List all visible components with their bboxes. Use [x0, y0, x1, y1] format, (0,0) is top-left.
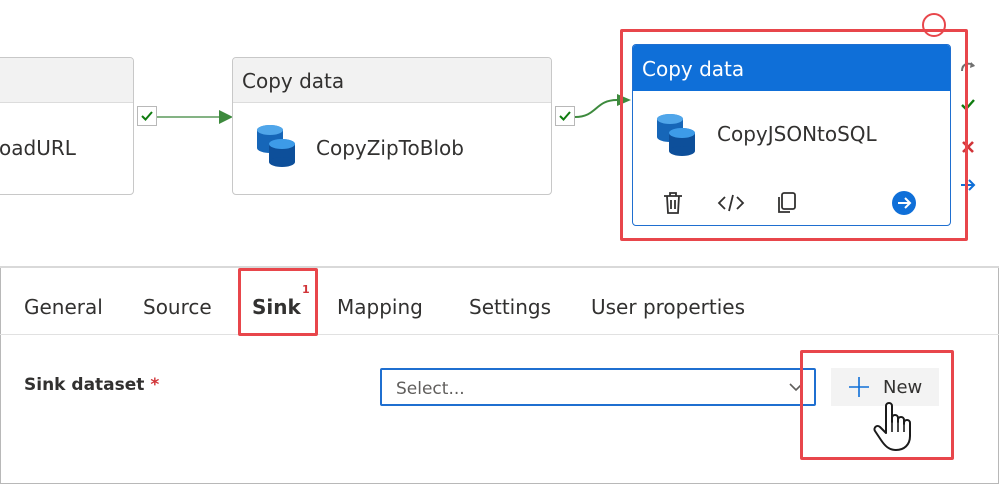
sink-dataset-placeholder: Select...: [396, 379, 465, 399]
properties-tab-bar: General Source Sink 1 Mapping Settings U…: [0, 268, 999, 336]
tab-user-properties[interactable]: User properties: [591, 295, 745, 319]
success-output-check-icon[interactable]: [555, 106, 575, 126]
activity-node-header: [0, 58, 133, 103]
activity-type-label: Copy data: [242, 69, 345, 93]
sink-dataset-label: Sink dataset *: [24, 375, 159, 395]
activity-node-header: Copy data: [233, 58, 551, 103]
highlight-box-new-button: [800, 350, 954, 460]
tab-general[interactable]: General: [24, 295, 103, 319]
tab-mapping[interactable]: Mapping: [337, 295, 423, 319]
highlight-box-selected-node: [620, 29, 968, 241]
sink-dataset-label-text: Sink dataset: [24, 375, 145, 395]
highlight-box-sink-tab: [238, 268, 318, 336]
sink-dataset-select[interactable]: Select...: [380, 368, 816, 406]
tab-source[interactable]: Source: [143, 295, 212, 319]
success-output-check-icon[interactable]: [137, 106, 157, 126]
required-mark: *: [150, 375, 160, 395]
activity-node-name: CopyZipToBlob: [316, 136, 464, 160]
tab-settings[interactable]: Settings: [469, 295, 551, 319]
activity-node-copyzip[interactable]: Copy data CopyZipToBlob: [232, 57, 552, 195]
pipeline-canvas[interactable]: oadURL Copy data CopyZipToBlob Copy data…: [0, 0, 999, 266]
activity-node-download[interactable]: oadURL: [0, 57, 134, 195]
connector-line: [157, 110, 233, 124]
activity-node-name: oadURL: [0, 136, 76, 160]
database-icon: [257, 125, 295, 167]
